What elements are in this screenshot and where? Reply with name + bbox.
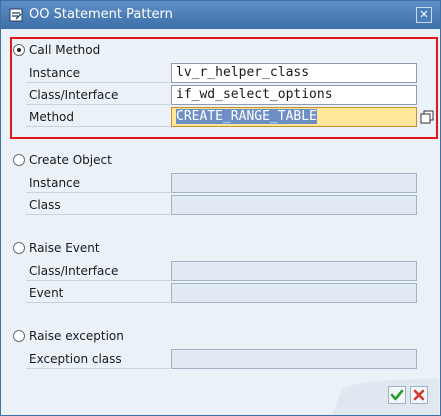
call-method-method-row: Method CREATE_RANGE_TABLE xyxy=(26,107,434,127)
close-button[interactable]: ✕ xyxy=(416,7,432,23)
field-label: Method xyxy=(26,107,170,127)
method-input[interactable]: CREATE_RANGE_TABLE xyxy=(171,107,417,127)
create-object-instance-row: Instance xyxy=(26,173,418,193)
radio-button[interactable] xyxy=(13,154,25,166)
class-interface-input[interactable] xyxy=(171,261,417,281)
selected-text: CREATE_RANGE_TABLE xyxy=(176,109,317,124)
radio-button[interactable] xyxy=(13,242,25,254)
radio-call-method[interactable]: Call Method xyxy=(13,43,100,57)
footer-curve xyxy=(2,379,439,415)
radio-label: Call Method xyxy=(29,43,101,57)
field-label: Instance xyxy=(26,173,170,193)
exception-class-input[interactable] xyxy=(171,349,417,369)
checkmark-icon xyxy=(390,389,404,401)
instance-input[interactable] xyxy=(171,173,417,193)
ok-button[interactable] xyxy=(388,386,406,404)
radio-raise-event[interactable]: Raise Event xyxy=(13,241,100,255)
dialog-footer xyxy=(2,379,439,415)
raise-event-event-row: Event xyxy=(26,283,418,303)
radio-label: Create Object xyxy=(29,153,112,167)
statement-pattern-icon xyxy=(9,8,23,22)
field-label: Class/Interface xyxy=(26,261,170,281)
radio-label: Raise exception xyxy=(29,329,124,343)
field-label: Instance xyxy=(26,63,170,83)
instance-input[interactable]: lv_r_helper_class xyxy=(171,63,417,83)
class-interface-input[interactable]: if_wd_select_options xyxy=(171,85,417,105)
radio-button[interactable] xyxy=(13,44,25,56)
close-icon: ✕ xyxy=(419,8,429,21)
event-input[interactable] xyxy=(171,283,417,303)
value-help-icon xyxy=(420,110,434,124)
radio-label: Raise Event xyxy=(29,241,100,255)
raise-exception-class-row: Exception class xyxy=(26,349,418,369)
dialog-window: OO Statement Pattern ✕ Call Method Insta… xyxy=(0,0,441,416)
call-method-instance-row: Instance lv_r_helper_class xyxy=(26,63,418,83)
field-label: Exception class xyxy=(26,349,170,369)
create-object-class-row: Class xyxy=(26,195,418,215)
value-help-button[interactable] xyxy=(420,110,434,124)
field-label: Class/Interface xyxy=(26,85,170,105)
radio-create-object[interactable]: Create Object xyxy=(13,153,112,167)
raise-event-class-row: Class/Interface xyxy=(26,261,418,281)
field-label: Class xyxy=(26,195,170,215)
dialog-content: Call Method Instance lv_r_helper_class C… xyxy=(2,29,439,379)
call-method-class-row: Class/Interface if_wd_select_options xyxy=(26,85,418,105)
radio-button[interactable] xyxy=(13,330,25,342)
window-title: OO Statement Pattern xyxy=(29,7,173,22)
cancel-x-icon xyxy=(413,389,425,401)
radio-raise-exception[interactable]: Raise exception xyxy=(13,329,124,343)
class-input[interactable] xyxy=(171,195,417,215)
title-bar: OO Statement Pattern ✕ xyxy=(1,1,440,29)
field-label: Event xyxy=(26,283,170,303)
cancel-button[interactable] xyxy=(410,386,428,404)
